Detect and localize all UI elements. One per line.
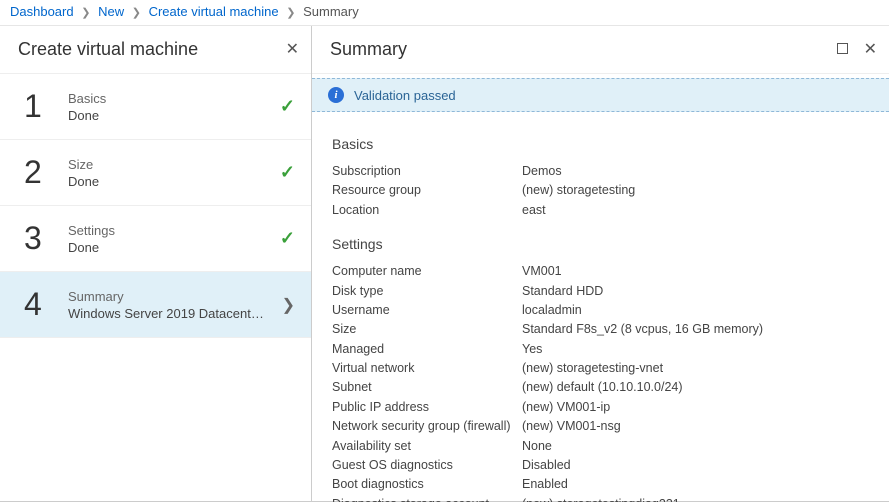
summary-body: Basics SubscriptionDemos Resource group(… bbox=[312, 112, 889, 502]
kv-key: Disk type bbox=[332, 282, 522, 301]
info-icon: i bbox=[328, 87, 344, 103]
breadcrumb-link[interactable]: Create virtual machine bbox=[149, 4, 279, 19]
validation-text: Validation passed bbox=[354, 88, 456, 103]
section-settings-title: Settings bbox=[332, 236, 869, 252]
maximize-icon[interactable] bbox=[837, 42, 848, 57]
kv-val: localadmin bbox=[522, 301, 869, 320]
step-basics[interactable]: 1 Basics Done ✓ bbox=[0, 74, 311, 140]
step-summary[interactable]: 4 Summary Windows Server 2019 Datacent… … bbox=[0, 272, 311, 338]
kv-val: Yes bbox=[522, 340, 869, 359]
close-icon[interactable]: ✕ bbox=[286, 42, 299, 58]
step-number: 4 bbox=[24, 286, 60, 323]
steps-list: 1 Basics Done ✓ 2 Size Done ✓ 3 Settings bbox=[0, 74, 311, 338]
step-number: 3 bbox=[24, 220, 60, 257]
chevron-right-icon: ❯ bbox=[282, 295, 295, 315]
chevron-right-icon: ❯ bbox=[132, 7, 141, 19]
check-icon: ✓ bbox=[280, 162, 295, 183]
close-icon[interactable]: ✕ bbox=[864, 42, 877, 58]
kv-key: Size bbox=[332, 320, 522, 339]
kv-row: ManagedYes bbox=[332, 340, 869, 359]
kv-row: Locationeast bbox=[332, 201, 869, 220]
kv-key: Subnet bbox=[332, 378, 522, 397]
validation-banner: i Validation passed bbox=[312, 78, 889, 112]
kv-row: SubscriptionDemos bbox=[332, 162, 869, 181]
check-icon: ✓ bbox=[280, 96, 295, 117]
kv-row: Usernamelocaladmin bbox=[332, 301, 869, 320]
kv-val: VM001 bbox=[522, 262, 869, 281]
breadcrumb-current: Summary bbox=[303, 4, 359, 19]
breadcrumb: Dashboard ❯ New ❯ Create virtual machine… bbox=[0, 0, 889, 26]
step-status: Done bbox=[68, 174, 280, 189]
kv-key: Virtual network bbox=[332, 359, 522, 378]
step-status: Done bbox=[68, 108, 280, 123]
kv-val: (new) VM001-nsg bbox=[522, 417, 869, 436]
kv-row: Diagnostics storage account(new) storage… bbox=[332, 495, 869, 502]
breadcrumb-link[interactable]: Dashboard bbox=[10, 4, 74, 19]
kv-row: Disk typeStandard HDD bbox=[332, 282, 869, 301]
kv-key: Subscription bbox=[332, 162, 522, 181]
step-number: 1 bbox=[24, 88, 60, 125]
summary-panel: Summary ✕ i Validation passed Basics Sub… bbox=[312, 26, 889, 502]
kv-val: (new) storagetesting bbox=[522, 181, 869, 200]
step-number: 2 bbox=[24, 154, 60, 191]
kv-row: Guest OS diagnosticsDisabled bbox=[332, 456, 869, 475]
kv-val: None bbox=[522, 437, 869, 456]
kv-row: Virtual network(new) storagetesting-vnet bbox=[332, 359, 869, 378]
kv-key: Resource group bbox=[332, 181, 522, 200]
step-title: Basics bbox=[68, 91, 280, 106]
kv-key: Availability set bbox=[332, 437, 522, 456]
step-size[interactable]: 2 Size Done ✓ bbox=[0, 140, 311, 206]
chevron-right-icon: ❯ bbox=[286, 7, 295, 19]
right-panel-header: Summary ✕ bbox=[312, 26, 889, 74]
settings-list: Computer nameVM001 Disk typeStandard HDD… bbox=[332, 262, 869, 502]
kv-row: Resource group(new) storagetesting bbox=[332, 181, 869, 200]
kv-key: Network security group (firewall) bbox=[332, 417, 522, 436]
kv-key: Diagnostics storage account bbox=[332, 495, 522, 502]
kv-val: (new) VM001-ip bbox=[522, 398, 869, 417]
kv-key: Location bbox=[332, 201, 522, 220]
kv-row: Subnet(new) default (10.10.10.0/24) bbox=[332, 378, 869, 397]
step-status: Windows Server 2019 Datacent… bbox=[68, 306, 282, 321]
kv-key: Guest OS diagnostics bbox=[332, 456, 522, 475]
step-status: Done bbox=[68, 240, 280, 255]
kv-row: Public IP address(new) VM001-ip bbox=[332, 398, 869, 417]
kv-val: Enabled bbox=[522, 475, 869, 494]
kv-row: Availability setNone bbox=[332, 437, 869, 456]
kv-key: Computer name bbox=[332, 262, 522, 281]
basics-list: SubscriptionDemos Resource group(new) st… bbox=[332, 162, 869, 220]
kv-key: Public IP address bbox=[332, 398, 522, 417]
check-icon: ✓ bbox=[280, 228, 295, 249]
step-title: Settings bbox=[68, 223, 280, 238]
left-panel-header: Create virtual machine ✕ bbox=[0, 26, 311, 74]
wizard-steps-panel: Create virtual machine ✕ 1 Basics Done ✓… bbox=[0, 26, 312, 502]
kv-key: Username bbox=[332, 301, 522, 320]
kv-key: Boot diagnostics bbox=[332, 475, 522, 494]
kv-val: Standard F8s_v2 (8 vcpus, 16 GB memory) bbox=[522, 320, 869, 339]
section-basics-title: Basics bbox=[332, 136, 869, 152]
left-panel-title: Create virtual machine bbox=[18, 39, 198, 60]
breadcrumb-link[interactable]: New bbox=[98, 4, 124, 19]
kv-row: Network security group (firewall)(new) V… bbox=[332, 417, 869, 436]
step-settings[interactable]: 3 Settings Done ✓ bbox=[0, 206, 311, 272]
kv-val: east bbox=[522, 201, 869, 220]
step-title: Size bbox=[68, 157, 280, 172]
kv-val: Demos bbox=[522, 162, 869, 181]
kv-row: Boot diagnosticsEnabled bbox=[332, 475, 869, 494]
right-panel-title: Summary bbox=[330, 39, 407, 60]
kv-val: (new) storagetesting-vnet bbox=[522, 359, 869, 378]
kv-val: (new) default (10.10.10.0/24) bbox=[522, 378, 869, 397]
kv-key: Managed bbox=[332, 340, 522, 359]
kv-val: (new) storagetestingdiag231 bbox=[522, 495, 869, 502]
kv-row: Computer nameVM001 bbox=[332, 262, 869, 281]
kv-val: Disabled bbox=[522, 456, 869, 475]
kv-row: SizeStandard F8s_v2 (8 vcpus, 16 GB memo… bbox=[332, 320, 869, 339]
step-title: Summary bbox=[68, 289, 282, 304]
kv-val: Standard HDD bbox=[522, 282, 869, 301]
chevron-right-icon: ❯ bbox=[81, 7, 90, 19]
